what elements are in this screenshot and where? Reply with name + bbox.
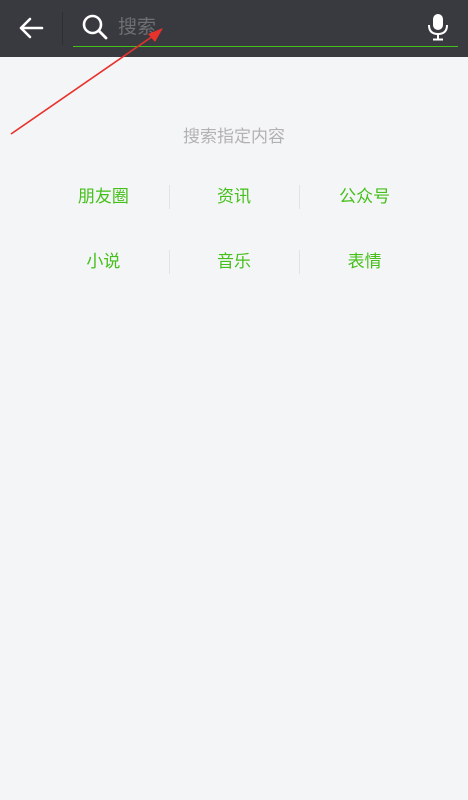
category-music[interactable]: 音乐 — [168, 247, 300, 277]
category-row: 朋友圈 资讯 公众号 — [38, 182, 430, 212]
category-novels[interactable]: 小说 — [38, 247, 169, 277]
search-box[interactable] — [73, 8, 458, 47]
category-moments[interactable]: 朋友圈 — [38, 182, 169, 212]
arrow-left-icon — [19, 17, 44, 39]
search-input[interactable] — [118, 12, 413, 42]
category-stickers[interactable]: 表情 — [299, 247, 430, 277]
category-row: 小说 音乐 表情 — [38, 247, 430, 277]
top-bar — [0, 0, 468, 57]
voice-input-button[interactable] — [423, 12, 453, 42]
header-divider — [62, 12, 63, 45]
category-official-accounts[interactable]: 公众号 — [299, 182, 430, 212]
back-button[interactable] — [10, 8, 52, 48]
microphone-icon — [428, 14, 448, 41]
category-news[interactable]: 资讯 — [168, 182, 300, 212]
search-icon — [82, 14, 108, 40]
annotation-arrow — [10, 28, 163, 135]
search-category-title: 搜索指定内容 — [183, 127, 285, 147]
